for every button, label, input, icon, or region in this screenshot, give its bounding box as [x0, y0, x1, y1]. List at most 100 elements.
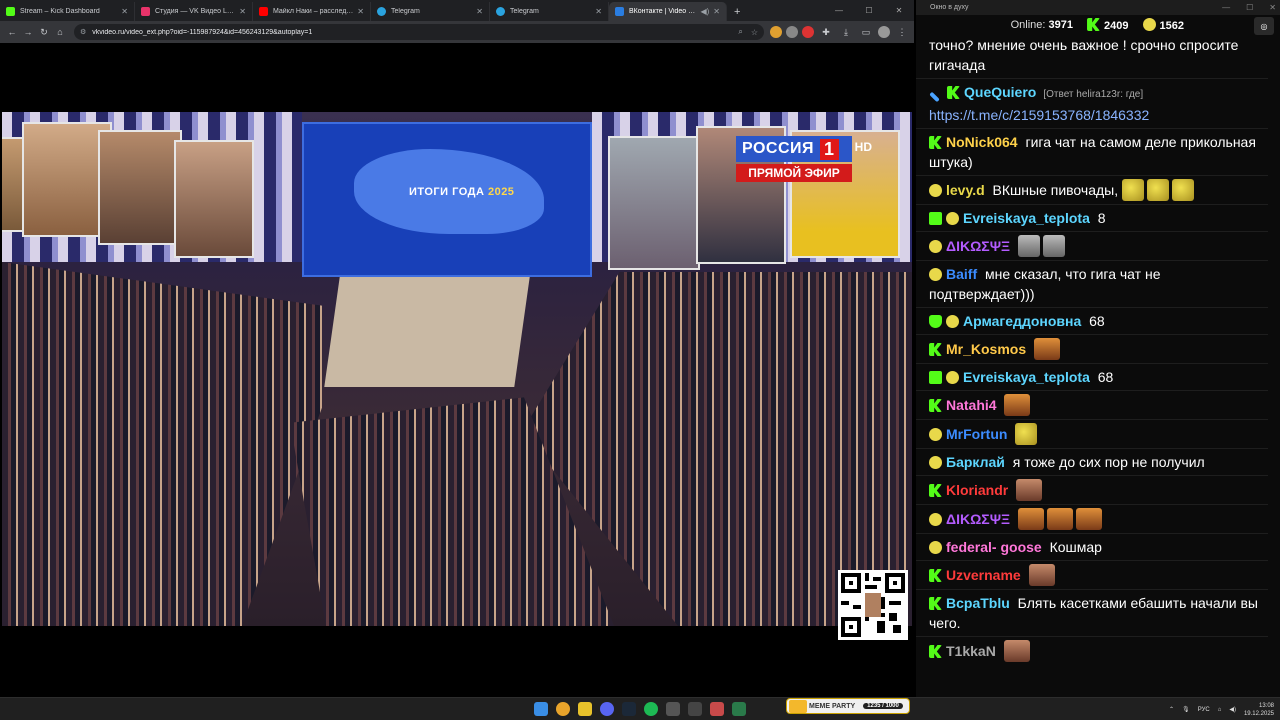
- steam-icon[interactable]: [622, 702, 636, 716]
- message-username[interactable]: Uzvername: [946, 567, 1021, 583]
- home-icon[interactable]: ⌂: [52, 24, 68, 40]
- language-indicator[interactable]: РУС: [1198, 707, 1210, 713]
- tab-search-icon[interactable]: ▭: [858, 24, 874, 40]
- minimize-icon[interactable]: —: [1222, 3, 1230, 12]
- pepe-emote-icon: [1015, 423, 1038, 445]
- video-call-window: [174, 140, 254, 258]
- new-tab-button[interactable]: +: [727, 2, 747, 21]
- reply-reference[interactable]: [Ответ helira1z3r: где]: [1043, 89, 1143, 100]
- close-icon[interactable]: ✕: [595, 7, 602, 16]
- message-username[interactable]: Армагеддоновна: [963, 313, 1081, 329]
- tab-kick-dashboard[interactable]: Stream – Kick Dashboard ✕: [0, 2, 135, 21]
- message-text: 68: [1089, 313, 1105, 329]
- minimize-icon[interactable]: —: [824, 0, 854, 21]
- channel-name: РОССИЯ: [742, 140, 815, 157]
- volume-icon[interactable]: ◀): [1229, 706, 1236, 713]
- chat-message: ΔΙΚΩΣΨΞ: [916, 504, 1268, 533]
- message-username[interactable]: QueQuiero: [964, 84, 1036, 100]
- start-icon[interactable]: [534, 702, 548, 716]
- chat-message-list[interactable]: точно? мнение очень важное ! срочно спро…: [916, 38, 1268, 697]
- message-username[interactable]: Baiff: [946, 266, 977, 282]
- tab-vk-video-studio[interactable]: Студия — VK Видео Live ✕: [135, 2, 253, 21]
- close-window-icon[interactable]: ✕: [884, 0, 914, 21]
- message-username[interactable]: ΔΙΚΩΣΨΞ: [946, 238, 1010, 254]
- video-call-window: [98, 130, 182, 245]
- back-icon[interactable]: ←: [4, 24, 20, 40]
- chat-titlebar: Окно в духу — ☐ ✕: [916, 0, 1280, 15]
- message-username[interactable]: Evreiskaya_teplota: [963, 210, 1090, 226]
- chat-message: Kloriandr: [916, 475, 1268, 504]
- maximize-icon[interactable]: ☐: [854, 0, 884, 21]
- message-username[interactable]: ВсраTblu: [946, 595, 1010, 611]
- app-icon[interactable]: [710, 702, 724, 716]
- close-icon[interactable]: ✕: [121, 7, 128, 16]
- tab-vk-video-ext[interactable]: ВКонтакте | Video Ext ◀) ✕: [609, 2, 727, 21]
- message-text: 8: [1097, 210, 1106, 226]
- extension-icon[interactable]: [786, 26, 798, 38]
- message-username[interactable]: Evreiskaya_teplota: [963, 369, 1090, 385]
- clock[interactable]: 13:08 19.12.2025: [1244, 702, 1274, 718]
- menu-kebab-icon[interactable]: ⋮: [894, 24, 910, 40]
- close-icon[interactable]: ✕: [357, 7, 364, 16]
- message-text: я тоже до сих пор не получил: [1012, 454, 1205, 470]
- site-info-icon[interactable]: ⚙: [80, 28, 86, 36]
- message-username[interactable]: Natahi4: [946, 397, 997, 413]
- tray-chevron-icon[interactable]: ⌃: [1169, 706, 1174, 713]
- speaker-icon[interactable]: ◀): [700, 7, 709, 16]
- close-icon[interactable]: ✕: [713, 7, 720, 16]
- message-username[interactable]: Барклай: [946, 454, 1005, 470]
- pepe-badge-icon: [929, 456, 942, 469]
- tab-youtube[interactable]: Майкл Наки – расследовани... ✕: [253, 2, 371, 21]
- discord-icon[interactable]: [600, 702, 614, 716]
- url-text[interactable]: vkvideo.ru/video_ext.php?oid=-115987924&…: [92, 29, 730, 36]
- stage-floor: [324, 277, 530, 387]
- message-link[interactable]: https://t.me/c/2159153768/1846332: [929, 107, 1149, 123]
- forward-icon[interactable]: →: [20, 24, 36, 40]
- extensions-puzzle-icon[interactable]: ✚: [818, 24, 834, 40]
- tab-title: Stream – Kick Dashboard: [20, 8, 100, 15]
- video-frame[interactable]: ИТОГИ ГОДА 2025 РОССИЯ 1 HD ПРЯМОЙ ЭФИР: [2, 112, 912, 626]
- meme-party-count: 1235 / 1000: [863, 703, 903, 709]
- address-bar[interactable]: ⚙ vkvideo.ru/video_ext.php?oid=-11598792…: [74, 24, 764, 40]
- zoom-search-icon[interactable]: ⌕: [738, 27, 742, 37]
- obs-icon[interactable]: [688, 702, 702, 716]
- profile-avatar[interactable]: [878, 26, 890, 38]
- network-icon[interactable]: ⌂: [1218, 707, 1222, 713]
- tab-telegram-1[interactable]: Telegram ✕: [371, 2, 490, 21]
- pepe-badge-icon: [946, 371, 959, 384]
- pepe-badge-icon: [946, 212, 959, 225]
- download-icon[interactable]: ⤓: [838, 24, 854, 40]
- reload-icon[interactable]: ↻: [36, 24, 52, 40]
- close-window-icon[interactable]: ✕: [1269, 3, 1276, 12]
- message-username[interactable]: federal- goose: [946, 539, 1042, 555]
- message-username[interactable]: MrFortun: [946, 426, 1007, 442]
- message-username[interactable]: NoNick064: [946, 134, 1018, 150]
- extension-icon[interactable]: [770, 26, 782, 38]
- microphone-icon[interactable]: 🎙: [1182, 706, 1190, 713]
- file-explorer-icon[interactable]: [578, 702, 592, 716]
- message-username[interactable]: Kloriandr: [946, 482, 1008, 498]
- message-text: ВКшные пивочады,: [992, 182, 1119, 198]
- bookmark-star-icon[interactable]: ☆: [751, 28, 758, 37]
- close-icon[interactable]: ✕: [239, 7, 246, 16]
- app-icon[interactable]: [732, 702, 746, 716]
- maximize-icon[interactable]: ☐: [1246, 3, 1253, 12]
- chat-message: Evreiskaya_teplota 68: [916, 363, 1268, 390]
- sword-badge-icon: [929, 91, 940, 103]
- meme-party-widget[interactable]: MEME PARTY 1235 / 1000: [786, 698, 910, 714]
- extension-icon[interactable]: [802, 26, 814, 38]
- message-username[interactable]: levy.d: [946, 182, 985, 198]
- message-username[interactable]: Mr_Kosmos: [946, 341, 1026, 357]
- message-username[interactable]: T1kkaN: [946, 643, 996, 659]
- video-player-area[interactable]: ИТОГИ ГОДА 2025 РОССИЯ 1 HD ПРЯМОЙ ЭФИР: [0, 43, 914, 697]
- chat-message: NoNick064 гига чат на самом деле приколь…: [916, 128, 1268, 175]
- message-username[interactable]: ΔΙΚΩΣΨΞ: [946, 511, 1010, 527]
- spotify-icon[interactable]: [644, 702, 658, 716]
- tab-telegram-2[interactable]: Telegram ✕: [490, 2, 609, 21]
- chat-settings-button[interactable]: ◎: [1254, 17, 1274, 35]
- close-icon[interactable]: ✕: [476, 7, 483, 16]
- meme-party-icon: [789, 700, 807, 713]
- chrome-icon[interactable]: [556, 702, 570, 716]
- browser-window: Stream – Kick Dashboard ✕ Студия — VK Ви…: [0, 0, 914, 697]
- app-icon[interactable]: [666, 702, 680, 716]
